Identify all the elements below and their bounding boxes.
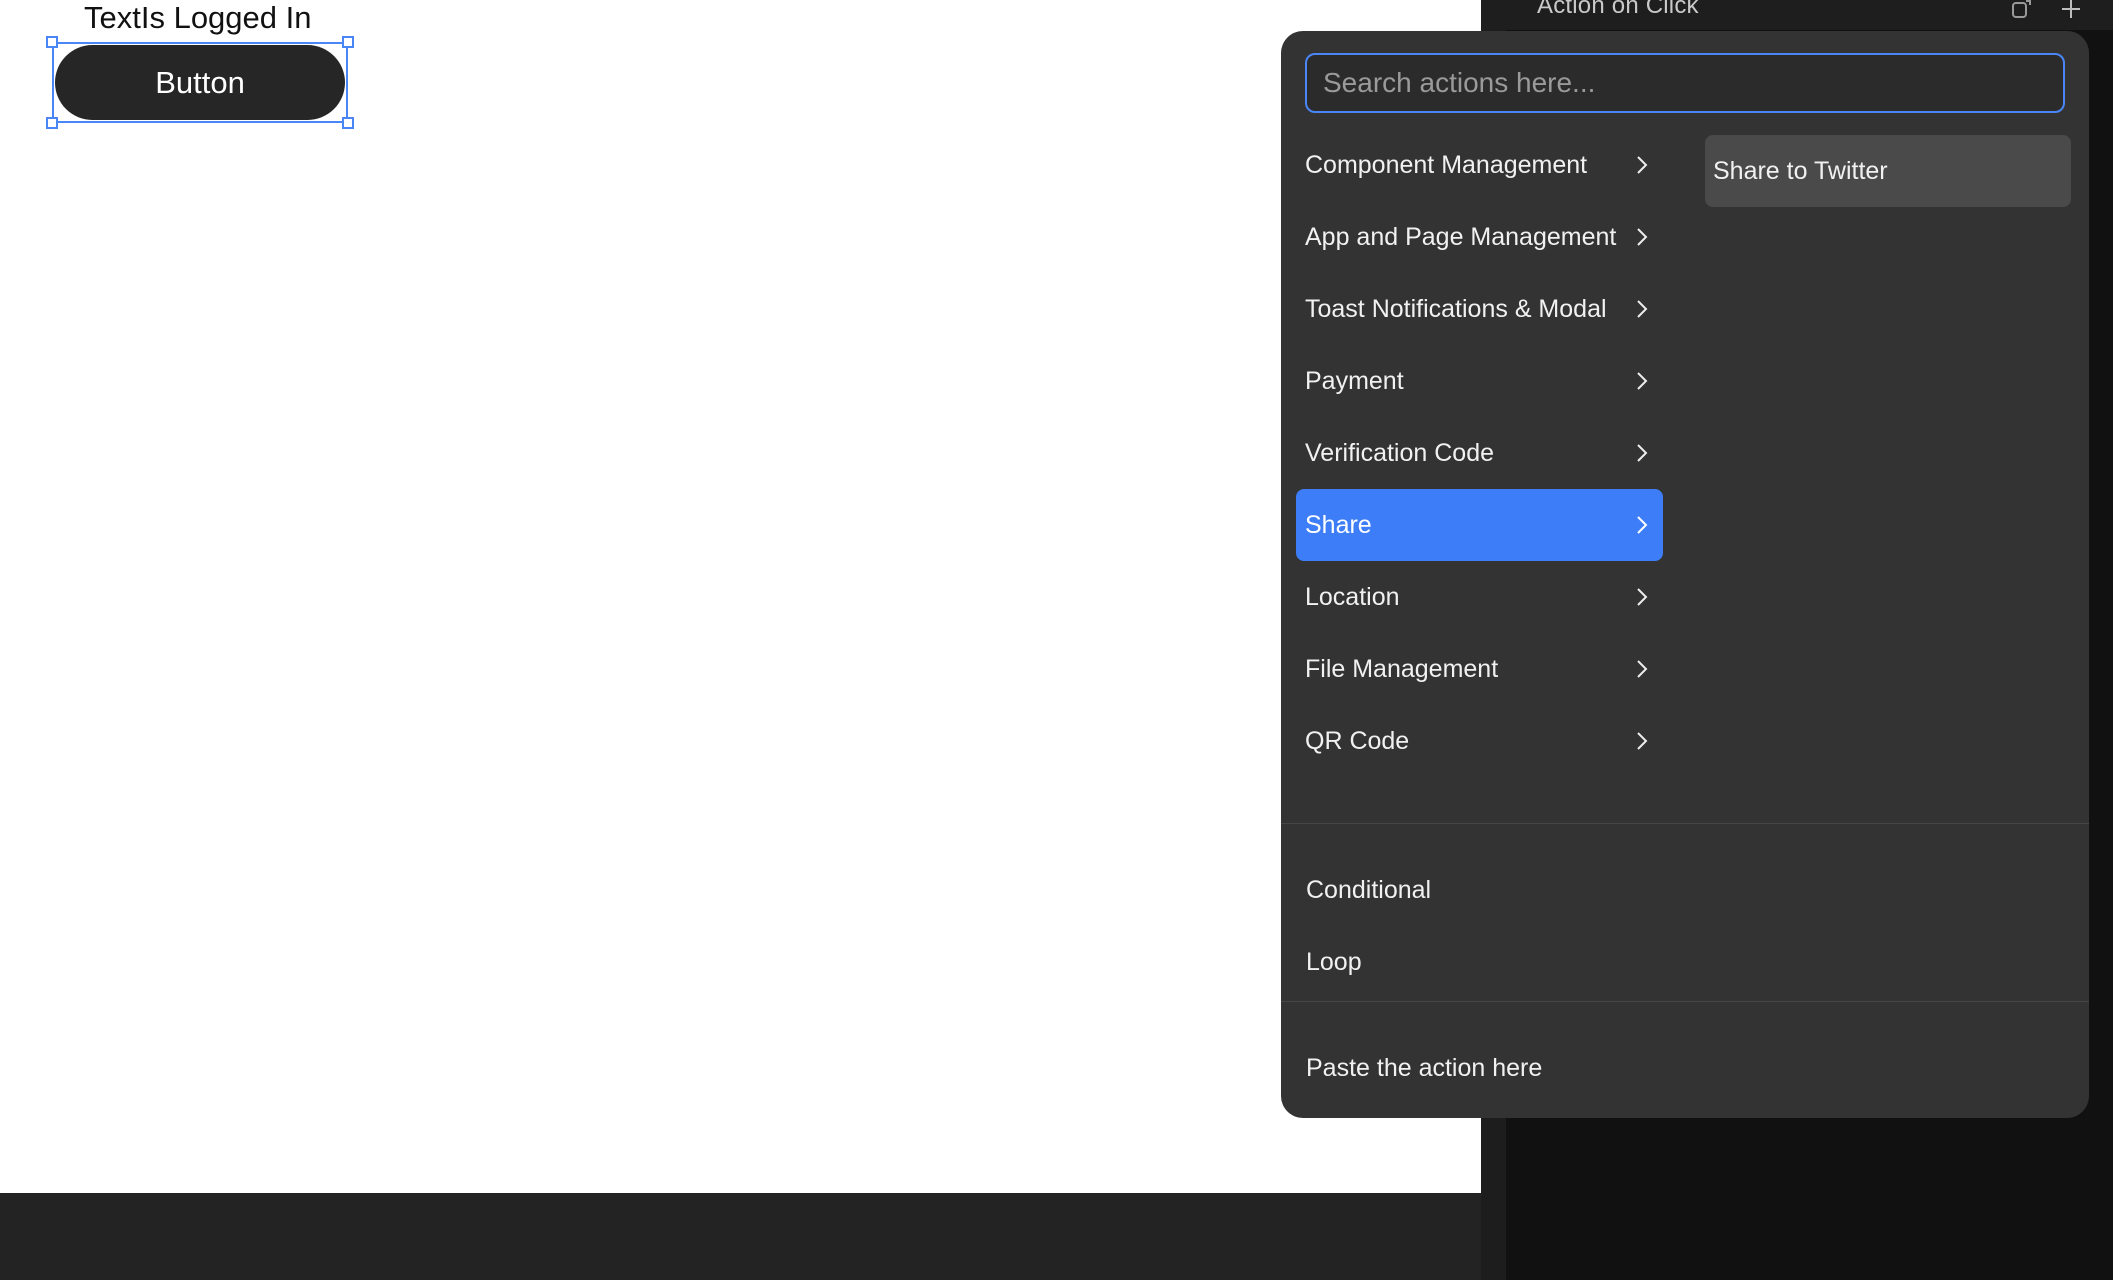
resize-handle-top-left[interactable] bbox=[46, 36, 58, 48]
flow-item-loop[interactable]: Loop bbox=[1306, 948, 1362, 977]
category-item-component-management[interactable]: Component Management bbox=[1296, 129, 1663, 201]
chevron-right-icon bbox=[1637, 588, 1648, 606]
chevron-right-icon bbox=[1637, 228, 1648, 246]
category-item-share[interactable]: Share bbox=[1296, 489, 1663, 561]
canvas-bottom-bar bbox=[0, 1193, 1481, 1280]
category-label: QR Code bbox=[1305, 726, 1410, 755]
resize-handle-bottom-left[interactable] bbox=[46, 117, 58, 129]
category-label: Verification Code bbox=[1305, 438, 1495, 467]
category-list: Component Management App and Page Manage… bbox=[1296, 129, 1663, 777]
copy-icon[interactable] bbox=[2012, 0, 2032, 18]
resize-handle-top-right[interactable] bbox=[342, 36, 354, 48]
category-item-file-management[interactable]: File Management bbox=[1296, 633, 1663, 705]
search-input[interactable] bbox=[1323, 67, 2063, 99]
add-icon[interactable] bbox=[2061, 0, 2081, 18]
category-item-toast-modal[interactable]: Toast Notifications & Modal bbox=[1296, 273, 1663, 345]
panel-title: Action on Click bbox=[1537, 0, 1699, 19]
divider bbox=[1281, 1001, 2089, 1002]
sub-action-share-to-twitter[interactable]: Share to Twitter bbox=[1705, 135, 2071, 207]
category-item-payment[interactable]: Payment bbox=[1296, 345, 1663, 417]
chevron-right-icon bbox=[1637, 660, 1648, 678]
category-label: Location bbox=[1305, 582, 1400, 611]
category-label: Payment bbox=[1305, 366, 1404, 395]
chevron-right-icon bbox=[1637, 516, 1648, 534]
category-item-verification-code[interactable]: Verification Code bbox=[1296, 417, 1663, 489]
chevron-right-icon bbox=[1637, 300, 1648, 318]
category-label: Toast Notifications & Modal bbox=[1305, 294, 1607, 323]
resize-handle-bottom-right[interactable] bbox=[342, 117, 354, 129]
category-item-qr-code[interactable]: QR Code bbox=[1296, 705, 1663, 777]
category-label: Component Management bbox=[1305, 150, 1588, 179]
design-canvas[interactable]: TextIs Logged In Button bbox=[0, 0, 1481, 1193]
flow-item-conditional[interactable]: Conditional bbox=[1306, 876, 1431, 905]
chevron-right-icon bbox=[1637, 156, 1648, 174]
divider bbox=[1281, 823, 2089, 824]
chevron-right-icon bbox=[1637, 444, 1648, 462]
category-label: Share bbox=[1305, 510, 1372, 539]
category-item-app-page-management[interactable]: App and Page Management bbox=[1296, 201, 1663, 273]
chevron-right-icon bbox=[1637, 732, 1648, 750]
search-box[interactable] bbox=[1305, 53, 2065, 113]
category-label: App and Page Management bbox=[1305, 222, 1617, 251]
action-picker-popup: Component Management App and Page Manage… bbox=[1281, 31, 2089, 1118]
sub-action-label: Share to Twitter bbox=[1713, 156, 1888, 185]
chevron-right-icon bbox=[1637, 372, 1648, 390]
sub-action-list: Share to Twitter bbox=[1705, 135, 2071, 207]
canvas-text-component[interactable]: TextIs Logged In bbox=[84, 0, 312, 36]
category-label: File Management bbox=[1305, 654, 1499, 683]
paste-action-button[interactable]: Paste the action here bbox=[1306, 1054, 1542, 1083]
category-item-location[interactable]: Location bbox=[1296, 561, 1663, 633]
canvas-button-component[interactable]: Button bbox=[55, 45, 345, 120]
